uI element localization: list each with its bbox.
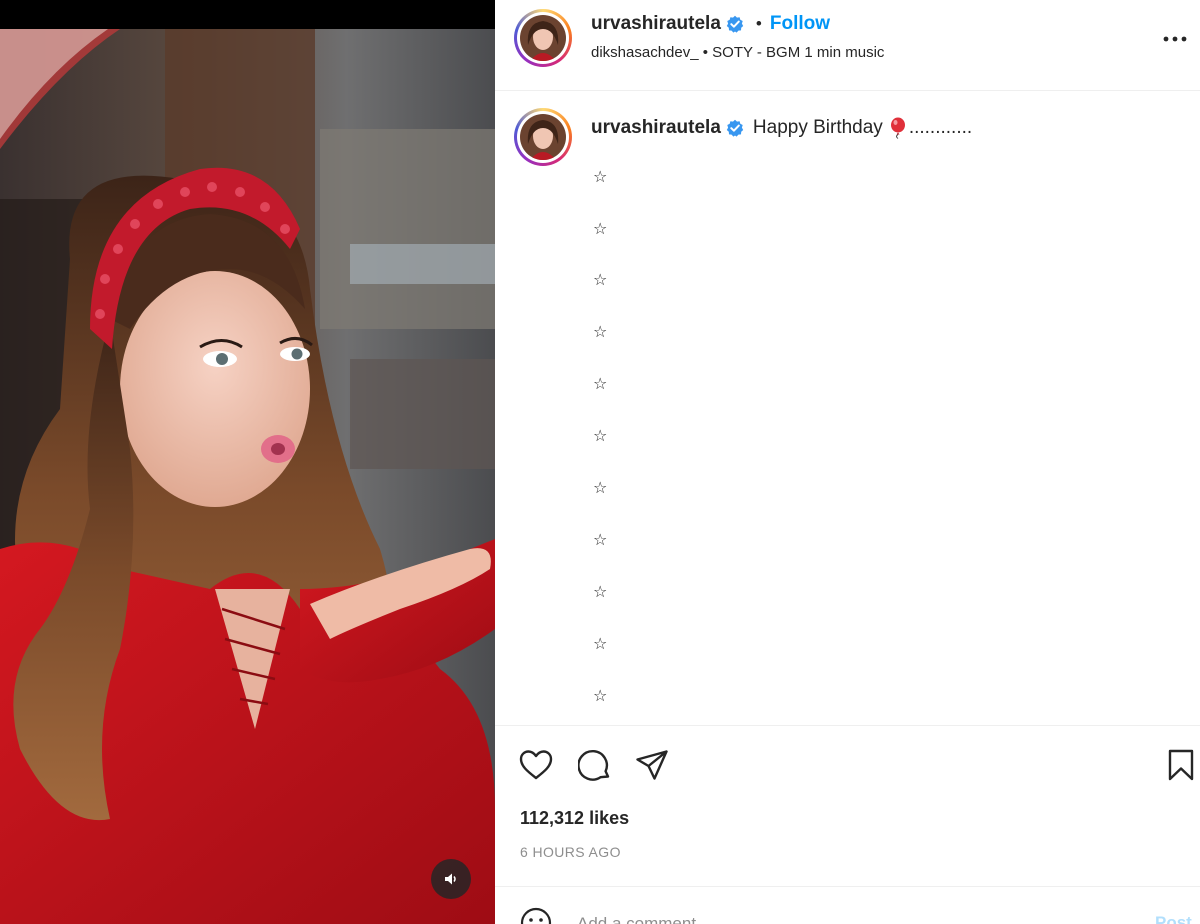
likes-count[interactable]: 112,312 likes bbox=[520, 808, 629, 829]
caption-author-username[interactable]: urvashirautela bbox=[591, 117, 721, 139]
follow-button[interactable]: Follow bbox=[770, 13, 830, 35]
post-details-panel: urvashirautela • Follow dikshasachdev_ •… bbox=[495, 0, 1200, 924]
post-timestamp[interactable]: 6 HOURS AGO bbox=[520, 844, 621, 860]
caption-line: ☆ bbox=[593, 169, 608, 186]
verified-badge-icon bbox=[726, 15, 744, 33]
comment-input[interactable] bbox=[577, 912, 1117, 924]
more-options-icon bbox=[1163, 36, 1187, 42]
post-header: urvashirautela • Follow dikshasachdev_ •… bbox=[495, 0, 1200, 91]
caption-line: ☆ bbox=[593, 584, 608, 601]
caption-trailing: ............ bbox=[908, 117, 973, 138]
caption-line: ☆ bbox=[593, 636, 608, 653]
comment-button[interactable] bbox=[577, 747, 613, 783]
caption-text: Happy Birthday bbox=[752, 117, 883, 138]
caption-line: ☆ bbox=[593, 324, 608, 341]
heart-icon bbox=[519, 750, 553, 780]
post-actions: 112,312 likes 6 HOURS AGO bbox=[495, 725, 1200, 886]
caption-author-avatar[interactable] bbox=[514, 108, 572, 166]
media-top-bar bbox=[0, 0, 495, 29]
like-button[interactable] bbox=[518, 747, 554, 783]
author-avatar[interactable] bbox=[514, 9, 572, 67]
post-comment-button[interactable]: Post bbox=[1155, 913, 1192, 924]
share-button[interactable] bbox=[634, 747, 670, 783]
balloon-icon bbox=[890, 117, 905, 139]
caption-line: ☆ bbox=[593, 376, 608, 393]
caption-line: ☆ bbox=[593, 532, 608, 549]
caption-line: ☆ bbox=[593, 221, 608, 238]
save-button[interactable] bbox=[1163, 747, 1199, 783]
header-separator: • bbox=[755, 14, 762, 33]
mute-toggle-button[interactable] bbox=[431, 859, 471, 899]
speaker-icon bbox=[445, 873, 456, 885]
more-options-button[interactable] bbox=[1158, 24, 1192, 54]
post-media[interactable] bbox=[0, 0, 495, 924]
comment-icon bbox=[578, 749, 610, 781]
caption-line: ☆ bbox=[593, 272, 608, 289]
verified-badge-icon bbox=[726, 119, 744, 137]
caption-line: ☆ bbox=[593, 480, 608, 497]
comment-bar: Post bbox=[495, 886, 1200, 924]
audio-credit-link[interactable]: dikshasachdev_ • SOTY - BGM 1 min music bbox=[591, 44, 884, 61]
emoji-icon[interactable] bbox=[520, 907, 552, 924]
bookmark-icon bbox=[1168, 749, 1194, 781]
caption-line: ☆ bbox=[593, 428, 608, 445]
author-username[interactable]: urvashirautela bbox=[591, 13, 721, 35]
video-frame[interactable] bbox=[0, 29, 495, 924]
caption-line: ☆ bbox=[593, 688, 608, 705]
send-icon bbox=[636, 750, 668, 780]
post-caption: urvashirautela Happy Birthday ..........… bbox=[495, 92, 1200, 725]
